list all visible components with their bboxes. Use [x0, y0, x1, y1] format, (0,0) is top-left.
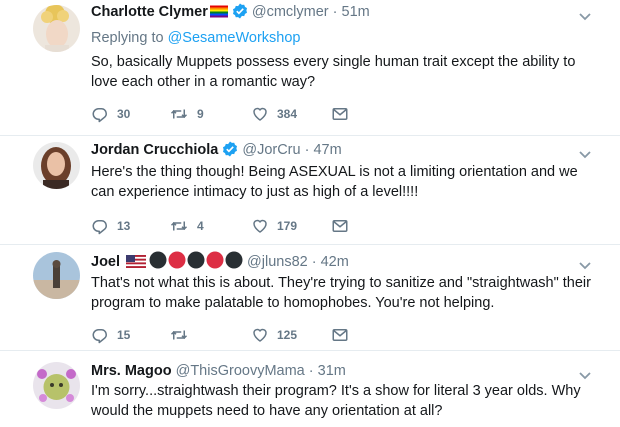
tweet-header: Jordan Crucchiola @JorCru · 47m	[91, 140, 342, 160]
retweet-button[interactable]: 9	[169, 104, 204, 124]
envelope-icon	[331, 326, 349, 344]
user-handle[interactable]: @ThisGroovyMama	[176, 363, 305, 379]
separator: ·	[304, 363, 318, 379]
reply-count: 13	[117, 219, 131, 233]
tweet[interactable]: Jordan Crucchiola @JorCru · 47m Here's t…	[0, 136, 620, 244]
reply-button[interactable]: 30	[91, 104, 130, 124]
reply-button[interactable]: 15	[91, 325, 130, 345]
reply-button[interactable]: 13	[91, 216, 130, 236]
avatar[interactable]	[33, 252, 80, 299]
avatar[interactable]	[33, 142, 80, 189]
heart-icon	[251, 217, 269, 235]
tweet[interactable]: Mrs. Magoo @ThisGroovyMama · 31m I'm sor…	[0, 351, 620, 427]
retweet-button[interactable]	[169, 325, 197, 345]
display-name[interactable]: Joel	[91, 254, 120, 270]
separator: ·	[328, 4, 342, 20]
reply-icon	[91, 217, 109, 235]
like-button[interactable]: 179	[251, 216, 297, 236]
heart-icon	[251, 326, 269, 344]
separator: ·	[307, 254, 321, 270]
avatar[interactable]	[33, 5, 80, 52]
display-name[interactable]: Mrs. Magoo	[91, 363, 172, 379]
verified-badge-icon	[232, 3, 248, 25]
retweet-icon	[169, 217, 189, 235]
tweet-header: Joel @jluns82 · 42m	[91, 251, 349, 271]
timestamp[interactable]: 31m	[318, 363, 346, 379]
tweet-text: I'm sorry...straightwash their program? …	[91, 383, 581, 419]
envelope-icon	[331, 217, 349, 235]
direct-message-button[interactable]	[331, 216, 349, 236]
user-handle[interactable]: @JorCru	[242, 142, 300, 158]
retweet-count: 9	[197, 107, 204, 121]
rainbow-flag-icon	[209, 4, 228, 24]
avatar[interactable]	[33, 362, 80, 409]
direct-message-button[interactable]	[331, 104, 349, 124]
reply-count: 30	[117, 107, 131, 121]
replying-to-link[interactable]: @SesameWorkshop	[168, 30, 301, 46]
like-count: 179	[277, 219, 298, 233]
us-flag-icon	[126, 254, 147, 274]
tweet[interactable]: Joel @jluns82 · 42m That's not what this…	[0, 245, 620, 350]
tweet-text: So, basically Muppets possess every sing…	[91, 54, 576, 90]
reply-icon	[91, 105, 109, 123]
tweet-header: Mrs. Magoo @ThisGroovyMama · 31m	[91, 361, 346, 381]
like-button[interactable]: 125	[251, 325, 297, 345]
reply-icon	[91, 326, 109, 344]
replying-to: Replying to @SesameWorkshop	[91, 28, 301, 48]
reply-count: 15	[117, 328, 131, 342]
direct-message-button[interactable]	[331, 325, 349, 345]
like-count: 125	[277, 328, 298, 342]
timestamp[interactable]: 51m	[342, 4, 370, 20]
envelope-icon	[331, 105, 349, 123]
verified-badge-icon	[222, 141, 238, 163]
timestamp[interactable]: 42m	[321, 254, 349, 270]
display-name[interactable]: Jordan Crucchiola	[91, 142, 218, 158]
chevron-down-icon[interactable]	[578, 9, 592, 23]
retweet-count: 4	[197, 219, 204, 233]
retweet-icon	[169, 326, 189, 344]
user-handle[interactable]: @jluns82	[247, 254, 308, 270]
tweet[interactable]: Charlotte Clymer @cmclymer · 51m Replyin…	[0, 0, 620, 135]
chevron-down-icon[interactable]	[578, 368, 592, 382]
separator: ·	[300, 142, 314, 158]
like-button[interactable]: 384	[251, 104, 297, 124]
display-name[interactable]: Charlotte Clymer	[91, 4, 208, 20]
retweet-button[interactable]: 4	[169, 216, 204, 236]
user-handle[interactable]: @cmclymer	[252, 4, 329, 20]
tweet-text: That's not what this is about. They're t…	[91, 275, 591, 311]
retweet-icon	[169, 105, 189, 123]
replying-to-label: Replying to	[91, 30, 168, 46]
tweet-text: Here's the thing though! Being ASEXUAL i…	[91, 164, 578, 200]
circle-emoji-icons	[149, 251, 243, 275]
heart-icon	[251, 105, 269, 123]
chevron-down-icon[interactable]	[578, 258, 592, 272]
tweet-header: Charlotte Clymer @cmclymer · 51m	[91, 2, 370, 22]
like-count: 384	[277, 107, 298, 121]
chevron-down-icon[interactable]	[578, 147, 592, 161]
timestamp[interactable]: 47m	[313, 142, 341, 158]
